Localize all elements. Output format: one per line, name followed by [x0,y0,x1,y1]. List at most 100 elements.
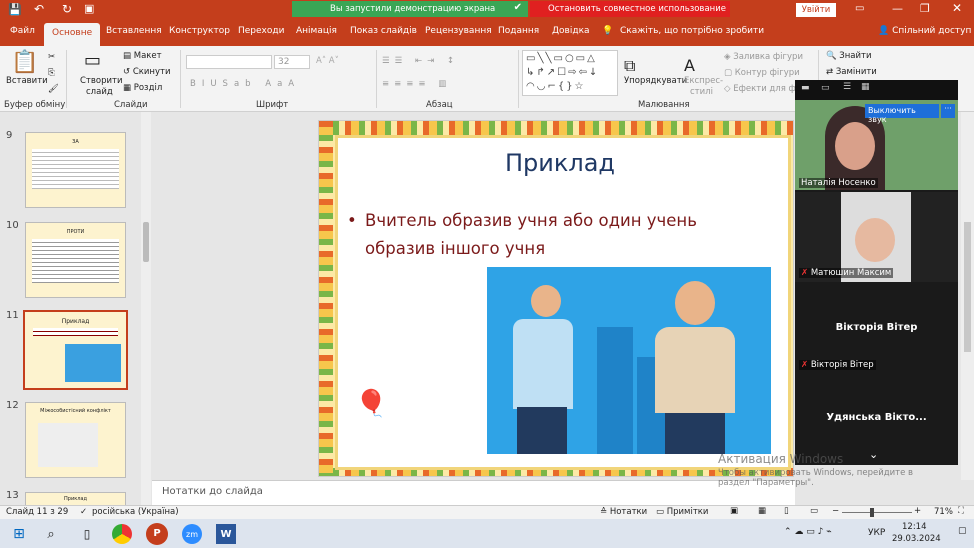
fit-slide-icon[interactable]: ⛶ [958,506,964,516]
thumbnail-slide-11[interactable]: Приклад [23,310,128,390]
tab-transitions[interactable]: Переходи [238,26,284,36]
language-indicator[interactable]: російська (Україна) [92,507,179,517]
notes-pane[interactable]: Нотатки до слайда [152,480,795,505]
tab-file[interactable]: Файл [10,26,35,36]
shapes-gallery[interactable]: ▭╲╲▭○▭△ ↳↱↗☐⇨⇦↓ ◠◡⌐{}☆ [522,50,618,96]
minimize-video-icon[interactable]: ▬ [801,83,810,93]
minimize-icon[interactable]: — [892,2,903,15]
slide-bullet[interactable]: • Вчитель образив учня або один учень об… [347,207,767,263]
layout-button[interactable]: ▤ Макет [123,51,162,61]
notes-button[interactable]: ≙ Нотатки [600,507,647,517]
tab-design[interactable]: Конструктор [169,26,230,36]
zoom-slider[interactable] [842,512,912,513]
tab-review[interactable]: Рецензування [425,26,492,36]
thumb-scrollbar[interactable] [141,112,151,505]
new-slide-icon[interactable]: ▭ [84,50,101,71]
speaker-view-icon[interactable]: ▭ [821,83,830,93]
participant-tile-4[interactable]: Удянська Вікто... [795,376,958,446]
tab-animations[interactable]: Анімація [296,26,337,36]
clock-date[interactable]: 29.03.2024 [892,534,941,544]
maximize-icon[interactable]: ❐ [920,2,930,15]
ribbon-display-icon[interactable]: ▭ [855,3,864,14]
slideshow-view-icon[interactable]: ▭ [810,506,818,516]
input-language[interactable]: УКР [868,528,885,538]
current-slide[interactable]: Приклад • Вчитель образив учня або один … [318,120,794,477]
normal-view-icon[interactable]: ▣ [730,506,738,516]
tray-icons[interactable]: ⌃ ☁ ▭ ♪ ⌁ [784,527,832,537]
format-painter-icon[interactable]: 🖌 [48,84,59,94]
thumbnail-slide-13[interactable]: Приклад [25,492,126,505]
tab-help[interactable]: Довідка [552,26,590,36]
align-icons[interactable]: ≡≡≡≡ ▥ [382,79,451,89]
slide-scrollbar-thumb[interactable] [964,222,971,352]
clock-time[interactable]: 12:14 [902,522,927,532]
windows-start-icon[interactable]: ⊞ [10,525,28,543]
quick-styles-button[interactable]: Експрес- [684,76,723,86]
shape-outline-button[interactable]: ▢ Контур фігури [724,68,800,78]
find-button[interactable]: 🔍 Знайти [826,51,872,61]
mute-button[interactable]: Выключить звук [865,104,939,124]
chrome-icon[interactable] [112,524,132,544]
powerpoint-icon[interactable]: P [146,523,168,545]
close-icon[interactable]: ✕ [952,1,962,15]
signin-button[interactable]: Увійти [796,3,836,17]
slideshow-start-icon[interactable]: ▣ [84,2,94,15]
comments-button[interactable]: ▭ Примітки [656,507,708,517]
tell-me-box[interactable]: Скажіть, що потрібно зробити [620,26,764,36]
zoom-out-icon[interactable]: − [832,506,839,516]
slide-picture-people[interactable] [487,267,771,454]
notifications-icon[interactable]: ▢ [958,526,967,536]
task-view-icon[interactable]: ▯ [78,525,96,543]
more-options-icon[interactable]: ··· [941,104,955,118]
thumbnail-slide-10[interactable]: ПРОТИ [25,222,126,298]
zoom-slider-handle[interactable] [870,508,874,517]
replace-button[interactable]: ⇄ Замінити [826,67,877,77]
arrange-button[interactable]: Упорядкувати [624,76,687,86]
zoom-level[interactable]: 71% [934,507,953,517]
undo-icon[interactable]: ↶ [34,2,44,16]
list-icons[interactable]: ☰☰ ⇤⇥ ↕ [382,56,459,66]
tab-view[interactable]: Подання [498,26,539,36]
gallery-view-icon[interactable]: ▦ [861,82,870,92]
reset-button[interactable]: ↺ Скинути [123,67,171,77]
grow-font-icon[interactable]: A˄ A˅ [316,56,339,66]
tab-slideshow[interactable]: Показ слайдів [350,26,417,36]
search-icon[interactable]: ⌕ [42,525,60,543]
cut-icon[interactable]: ✂ [48,52,55,62]
slide-title[interactable]: Приклад [335,149,785,177]
redo-icon[interactable]: ↻ [62,2,72,16]
tab-insert[interactable]: Вставлення [106,26,162,36]
participant-tile-2[interactable]: ✗ Матюшин Максим [795,192,958,282]
thumb-scrollbar-thumb[interactable] [143,222,149,262]
font-format-icons[interactable]: BIUSab AaA [190,79,300,89]
participant-tile-3[interactable]: Вікторія Вітер ✗ Вікторія Вітер [795,284,958,374]
thumbnail-slide-9[interactable]: ЗА [25,132,126,208]
zoom-in-icon[interactable]: + [914,506,921,516]
font-family-select[interactable] [186,55,272,69]
zoom-app-icon[interactable]: zm [182,524,202,544]
quick-styles-icon[interactable]: A [684,56,695,75]
thumbnail-slide-12[interactable]: Міжособистісний конфлікт [25,402,126,478]
new-slide-button[interactable]: Створити [80,76,123,86]
stop-share-button[interactable]: Остановить совместное использование [530,1,730,17]
quick-styles-button-line2[interactable]: стилі [690,87,713,97]
autosave-icon[interactable]: 💾 [8,3,22,16]
slide-scrollbar[interactable] [961,112,974,480]
new-slide-button-line2[interactable]: слайд [86,87,113,97]
arrange-icon[interactable]: ⧉ [624,56,635,76]
paste-button[interactable]: Вставити [6,76,48,86]
slide-clipart-kids[interactable]: 🎈 [355,389,421,449]
font-size-select[interactable]: 32 [274,55,310,69]
copy-icon[interactable]: ⎘ [48,68,55,78]
shape-fill-button[interactable]: ◈ Заливка фігури [724,52,803,62]
participant-tile-1[interactable]: Выключить звук ··· Наталія Носенко [795,100,958,190]
section-button[interactable]: ▦ Розділ [123,83,162,93]
tab-home[interactable]: Основне [44,23,101,46]
sorter-view-icon[interactable]: ▦ [758,506,766,516]
strip-view-icon[interactable]: ☰ [843,82,851,92]
chevron-down-icon[interactable]: ⌄ [869,448,878,461]
share-button[interactable]: 👤 Спільний доступ [878,26,971,36]
reading-view-icon[interactable]: ▯ [784,506,789,516]
word-icon[interactable]: W [216,524,236,544]
spellcheck-icon[interactable]: ✓ [80,507,87,517]
